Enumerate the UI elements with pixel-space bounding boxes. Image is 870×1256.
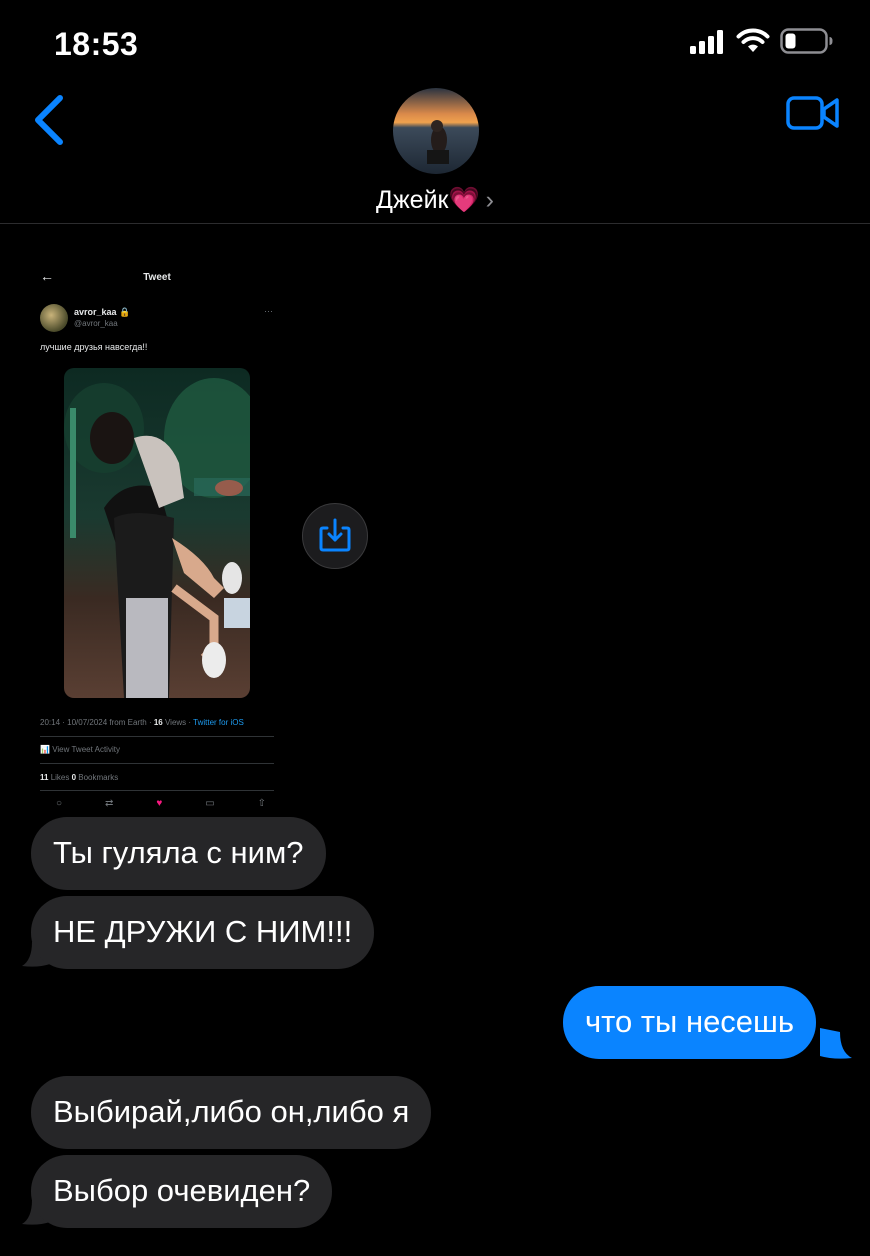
bar-chart-icon: 📊 [40,745,50,754]
message-incoming[interactable]: НЕ ДРУЖИ С НИМ!!! [31,896,375,969]
battery-icon [780,28,834,59]
tweet-text: лучшие друзья навсегда!! [40,342,148,352]
share-download-icon[interactable] [302,503,368,569]
reply-icon: ○ [56,798,63,809]
contact-avatar[interactable] [393,88,479,174]
video-call-icon[interactable] [786,96,840,137]
header-divider [0,223,870,224]
signal-icon [690,30,726,59]
tweet-meta: 20:14 · 10/07/2024 from Earth · 16 Views… [40,718,244,727]
tweet-screenshot-image[interactable]: ← Tweet avror_kaa 🔒 @avror_kaa ··· лучши… [30,258,284,814]
chevron-right-icon: › [485,186,494,214]
tweet-actions: ○ ⇄ ♥ ▭ ⇧ [56,798,266,809]
share-icon: ⇧ [257,798,266,809]
more-icon: ··· [264,306,273,316]
bookmark-icon: ▭ [205,798,215,809]
tweet-activity: 📊 View Tweet Activity [40,745,120,754]
tweet-title: Tweet [143,272,171,283]
tweet-username: avror_kaa 🔒 [74,307,131,317]
tweet-handle: @avror_kaa [74,319,118,328]
contact-name-label: Джейк💗 [376,186,480,214]
message-outgoing[interactable]: что ты несешь [563,986,817,1059]
tweet-author-avatar [40,304,68,332]
tweet-divider [40,736,274,737]
contact-name[interactable]: Джейк💗 › [0,186,870,215]
tweet-divider [40,763,274,764]
retweet-icon: ⇄ [104,798,114,809]
tweet-stats: 11 Likes 0 Bookmarks [40,773,119,782]
message-incoming[interactable]: Ты гуляла с ним? [31,817,326,890]
message-incoming[interactable]: Выбирай,либо он,либо я [31,1076,432,1149]
status-time: 18:53 [54,26,139,62]
bubble-tail [820,1028,852,1059]
wifi-icon [736,28,770,59]
tweet-divider [40,790,274,791]
lock-icon: 🔒 [119,307,131,317]
message-incoming[interactable]: Выбор очевиден? [31,1155,333,1228]
tweet-photo [64,368,250,698]
heart-icon: ♥ [156,798,163,809]
back-chevron-icon[interactable] [30,94,66,151]
